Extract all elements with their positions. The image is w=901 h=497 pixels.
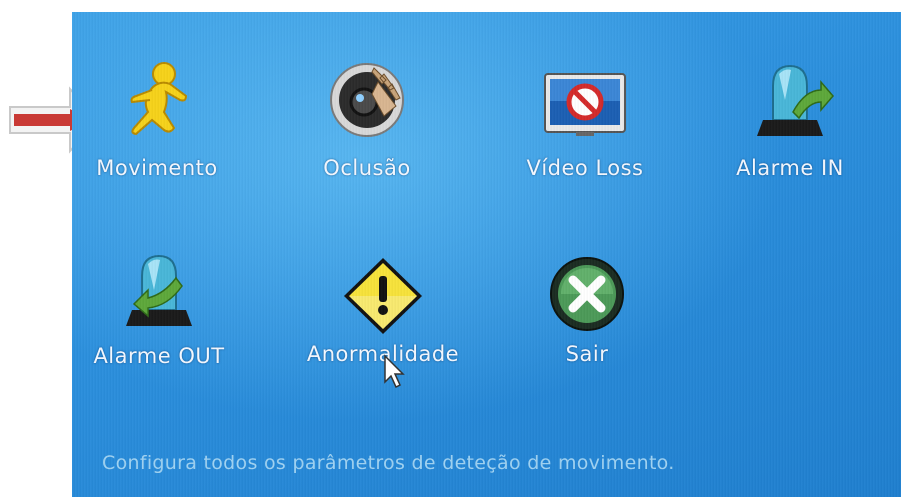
menu-item-label: Movimento [96,156,218,180]
warning-diamond-icon [344,258,422,334]
exit-x-icon [550,257,624,331]
menu-item-label: Alarme OUT [93,344,225,368]
alarm-in-siren-icon [757,64,834,136]
video-loss-monitor-icon [544,73,626,136]
status-description: Configura todos os parâmetros de deteção… [102,452,675,474]
menu-item-oclusao[interactable]: Oclusão [282,60,452,200]
menu-item-label: Oclusão [323,156,411,180]
running-man-icon [130,62,188,136]
mouse-cursor-icon [384,354,405,389]
menu-item-movimento[interactable]: Movimento [72,60,242,200]
menu-item-label: Sair [565,342,609,366]
alarm-config-screen: Movimento Oclusão Vídeo Loss Alarme IN A… [72,12,901,497]
menu-item-video-loss[interactable]: Vídeo Loss [500,60,670,200]
menu-item-alarme-out[interactable]: Alarme OUT [74,250,244,390]
alarm-out-siren-icon [126,254,192,326]
camera-lens-occlusion-icon [330,63,404,137]
menu-item-alarme-in[interactable]: Alarme IN [705,60,875,200]
menu-item-sair[interactable]: Sair [502,250,672,390]
menu-item-label: Vídeo Loss [526,156,644,180]
menu-item-label: Alarme IN [736,156,844,180]
